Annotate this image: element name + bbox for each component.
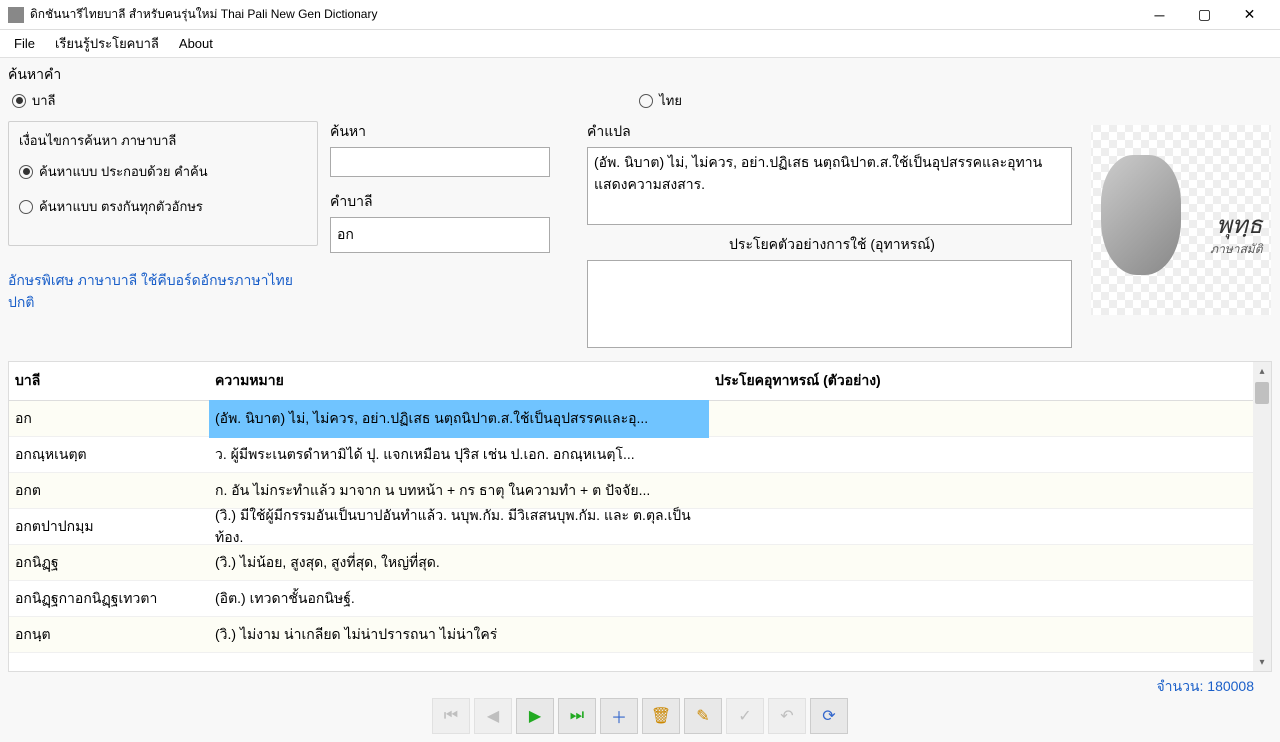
cell-example: [709, 411, 1253, 427]
prev-icon: ◀: [487, 706, 499, 726]
table-row[interactable]: อกนิฏฺฐกาอกนิฏฺฐเทวตา(อิต.) เทวดาชั้นอกน…: [9, 581, 1253, 617]
cell-meaning: (วิ.) ไม่งาม น่าเกลียด ไม่น่าปรารถนา ไม่…: [209, 616, 709, 654]
radio-thai[interactable]: ไทย: [639, 90, 682, 111]
grid-scrollbar[interactable]: ▴ ▾: [1253, 362, 1271, 671]
col-pali[interactable]: บาลี: [9, 362, 209, 400]
nav-add-button[interactable]: ＋: [600, 698, 638, 734]
window-title: ดิกชันนารีไทยบาลี สำหรับคนรุ่นใหม่ Thai …: [30, 5, 1137, 24]
cell-meaning: (อัพ. นิบาต) ไม่, ไม่ควร, อย่า.ปฏิเสธ นต…: [209, 400, 709, 438]
table-row[interactable]: อกตปาปกมฺม(วิ.) มีใช้ผู้มีกรรมอันเป็นบาป…: [9, 509, 1253, 545]
nav-edit-button[interactable]: ✎: [684, 698, 722, 734]
col-example[interactable]: ประโยคอุทาหรณ์ (ตัวอย่าง): [709, 362, 1253, 400]
record-count: จำนวน: 180008: [1156, 676, 1254, 698]
cell-pali: อกตปาปกมฺม: [9, 508, 209, 546]
cell-pali: อก: [9, 400, 209, 438]
first-icon: ⏮: [444, 707, 458, 725]
radio-exact[interactable]: ค้นหาแบบ ตรงกันทุกตัวอักษร: [19, 196, 307, 217]
cell-pali: อกนิฏฺฐ: [9, 544, 209, 582]
minimize-button[interactable]: ─: [1137, 1, 1182, 29]
scroll-down-icon[interactable]: ▾: [1253, 653, 1271, 671]
menu-about[interactable]: About: [169, 32, 223, 55]
nav-last-button[interactable]: ⏭: [558, 698, 596, 734]
scroll-up-icon[interactable]: ▴: [1253, 362, 1271, 380]
nav-next-button[interactable]: ▶: [516, 698, 554, 734]
cell-example: [709, 483, 1253, 499]
app-icon: [8, 7, 24, 23]
table-row[interactable]: อกนฺต(วิ.) ไม่งาม น่าเกลียด ไม่น่าปรารถน…: [9, 617, 1253, 653]
buddha-subtext: ภาษาสมัติ: [1210, 240, 1262, 259]
buddha-image: พุทฺธ ภาษาสมัติ: [1091, 125, 1271, 315]
nav-undo-button[interactable]: ↶: [768, 698, 806, 734]
cell-example: [709, 591, 1253, 607]
menu-file[interactable]: File: [4, 32, 45, 55]
maximize-button[interactable]: ▢: [1182, 1, 1227, 29]
table-row[interactable]: อก(อัพ. นิบาต) ไม่, ไม่ควร, อย่า.ปฏิเสธ …: [9, 401, 1253, 437]
last-icon: ⏭: [570, 707, 584, 725]
cell-example: [709, 447, 1253, 463]
search-input[interactable]: [330, 147, 550, 177]
pencil-icon: ✎: [696, 706, 709, 726]
cell-pali: อกณฺหเนตฺต: [9, 436, 209, 474]
next-icon: ▶: [529, 706, 541, 726]
scroll-thumb[interactable]: [1255, 382, 1269, 404]
search-header: ค้นหาคำ: [8, 64, 1272, 86]
nav-refresh-button[interactable]: ⟳: [810, 698, 848, 734]
nav-prev-button[interactable]: ◀: [474, 698, 512, 734]
radio-contains-label: ค้นหาแบบ ประกอบด้วย คำค้น: [39, 161, 208, 182]
nav-first-button[interactable]: ⏮: [432, 698, 470, 734]
radio-indicator-icon: [12, 94, 26, 108]
nav-delete-button[interactable]: 🗑: [642, 698, 680, 734]
col-meaning[interactable]: ความหมาย: [209, 362, 709, 400]
radio-pali-label: บาลี: [32, 90, 56, 111]
special-chars-link[interactable]: อักษรพิเศษ ภาษาบาลี ใช้คีบอร์ดอักษรภาษาไ…: [8, 270, 318, 314]
close-button[interactable]: ✕: [1227, 1, 1272, 29]
radio-indicator-icon: [639, 94, 653, 108]
translation-label: คำแปล: [587, 121, 1077, 143]
cell-example: [709, 627, 1253, 643]
radio-thai-label: ไทย: [659, 90, 682, 111]
refresh-icon: ⟳: [822, 706, 835, 726]
cell-meaning: (วิ.) ไม่น้อย, สูงสุด, สูงที่สุด, ใหญ่ที…: [209, 544, 709, 582]
menu-learn[interactable]: เรียนรู้ประโยคบาลี: [45, 29, 169, 58]
cell-pali: อกนิฏฺฐกาอกนิฏฺฐเทวตา: [9, 580, 209, 618]
example-label: ประโยคตัวอย่างการใช้ (อุทาหรณ์): [587, 234, 1077, 256]
nav-confirm-button[interactable]: ✓: [726, 698, 764, 734]
example-textarea[interactable]: [587, 260, 1072, 348]
radio-pali[interactable]: บาลี: [12, 90, 56, 111]
cell-example: [709, 519, 1253, 535]
search-conditions-group: เงื่อนไขการค้นหา ภาษาบาลี ค้นหาแบบ ประกอ…: [8, 121, 318, 246]
search-label: ค้นหา: [330, 121, 575, 143]
check-icon: ✓: [738, 706, 751, 726]
table-row[interactable]: อกณฺหเนตฺตว. ผู้มีพระเนตรดำหามิได้ ปุ. แ…: [9, 437, 1253, 473]
translation-textarea[interactable]: (อัพ. นิบาต) ไม่, ไม่ควร, อย่า.ปฏิเสธ นต…: [587, 147, 1072, 225]
trash-icon: 🗑: [651, 706, 671, 726]
pali-input[interactable]: [330, 217, 550, 253]
cell-meaning: (อิต.) เทวดาชั้นอกนิษฐ์.: [209, 580, 709, 618]
radio-indicator-icon: [19, 165, 33, 179]
cell-meaning: ว. ผู้มีพระเนตรดำหามิได้ ปุ. แจกเหมือน ป…: [209, 436, 709, 474]
undo-icon: ↶: [780, 706, 793, 726]
buddha-text: พุทฺธ: [1216, 205, 1262, 244]
radio-contains[interactable]: ค้นหาแบบ ประกอบด้วย คำค้น: [19, 161, 307, 182]
pali-label: คำบาลี: [330, 191, 575, 213]
results-grid: บาลี ความหมาย ประโยคอุทาหรณ์ (ตัวอย่าง) …: [8, 361, 1272, 672]
conditions-header: เงื่อนไขการค้นหา ภาษาบาลี: [19, 130, 307, 151]
cell-pali: อกต: [9, 472, 209, 510]
plus-icon: ＋: [611, 704, 627, 728]
cell-pali: อกนฺต: [9, 616, 209, 654]
radio-indicator-icon: [19, 200, 33, 214]
table-row[interactable]: อกนิฏฺฐ(วิ.) ไม่น้อย, สูงสุด, สูงที่สุด,…: [9, 545, 1253, 581]
radio-exact-label: ค้นหาแบบ ตรงกันทุกตัวอักษร: [39, 196, 203, 217]
cell-example: [709, 555, 1253, 571]
